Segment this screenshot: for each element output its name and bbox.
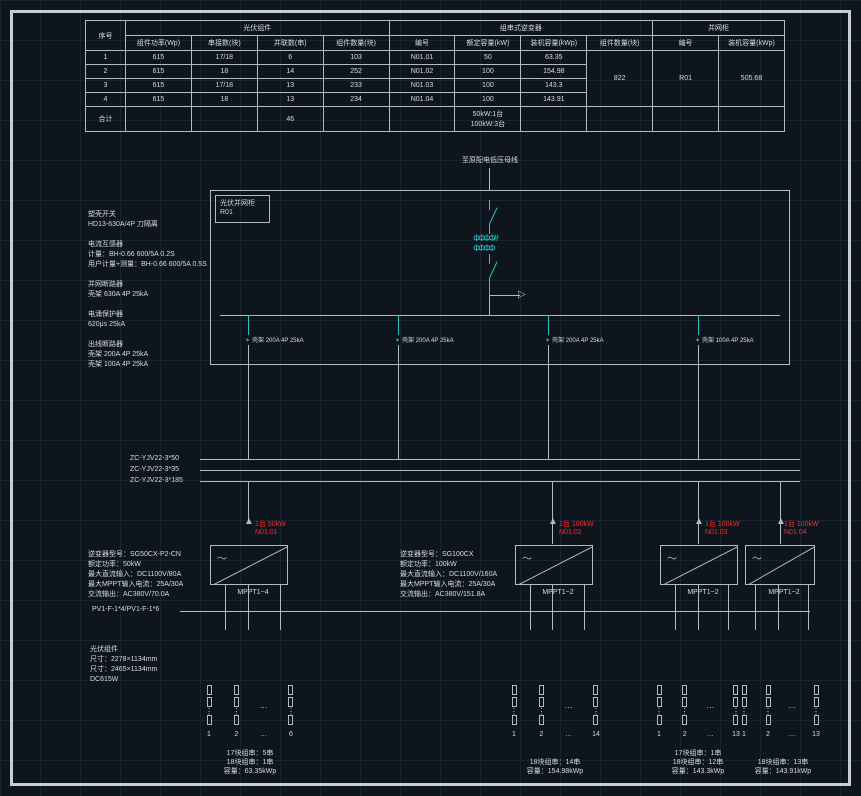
- string-summary-4: 18块组串：13串 容量：143.91kWp: [733, 758, 833, 776]
- pv-cable-label: PV1-F-1*4/PV1-F-1*6: [92, 606, 159, 613]
- string-set-2: ⋮1 ⋮2 …… ⋮14: [510, 685, 600, 738]
- cable-tray: [200, 481, 800, 482]
- feed-2: [398, 345, 399, 460]
- th: 编号: [389, 36, 455, 51]
- inv-spec-100: 逆变器型号：SG100CX 额定功率：100kW 最大直流输入：DC1100V/…: [400, 540, 497, 600]
- inv-tag-2: 1台 100kW N01.02: [559, 521, 594, 537]
- inv-feed: [552, 481, 553, 544]
- string-set-1: ⋮1 ⋮2 …… ⋮6: [205, 685, 295, 738]
- breaker-3: ✶壳架 200A 4P 25kA: [545, 335, 604, 344]
- drop: [248, 315, 249, 335]
- arrow-down-icon: ▲: [548, 516, 558, 527]
- sine-icon: 〜: [217, 550, 227, 565]
- inv-feed: [248, 481, 249, 521]
- cabinet-bus: [220, 315, 780, 316]
- th: 组件功率(Wp): [126, 36, 192, 51]
- main-switch-symbol: ΦΦΦΦ# ΦΦΦΦ: [470, 200, 510, 295]
- inverter-box-3: 〜 MPPT1~2: [660, 545, 738, 585]
- module-spec: 光伏组件 尺寸：2278×1134mm 尺寸：2465×1134mm DC615…: [90, 635, 157, 685]
- str-feed: [584, 585, 585, 630]
- inverter-box-2: 〜 MPPT1~2: [515, 545, 593, 585]
- grid-cabinet-label: 光伏并网柜 R01: [215, 195, 270, 223]
- string-summary-2: 18块组串：14串 容量：154.98kWp: [505, 758, 605, 776]
- breaker-2: ✶壳架 200A 4P 25kA: [395, 335, 454, 344]
- drop: [698, 315, 699, 335]
- feed-4: [698, 345, 699, 460]
- sine-icon: 〜: [667, 550, 677, 565]
- spd-branch: [490, 295, 520, 296]
- breaker-4: ✶壳架 100A 4P 25kA: [695, 335, 754, 344]
- inverter-box-1: 〜 MPPT1~4: [210, 545, 288, 585]
- table-row-total: 合计4650kW:1台 100kW:3台: [86, 107, 785, 132]
- str-feed: [530, 585, 531, 630]
- inv-tag-1: 1台 50kW N01.01: [255, 521, 286, 537]
- busbar-drop: [489, 168, 490, 190]
- panel-spec: 塑壳开关 HD13-630A/4P 刀隔离 电流互感器 计量：BH-0.66 6…: [88, 200, 207, 370]
- str-feed: [778, 585, 779, 630]
- sine-icon: 〜: [752, 550, 762, 565]
- sine-icon: 〜: [522, 550, 532, 565]
- busbar-legend: 至原配电低压母线: [430, 155, 550, 165]
- cable-tray: [200, 459, 800, 460]
- str-feed: [698, 585, 699, 630]
- th-grp-cabinet: 并网柜: [653, 21, 785, 36]
- str-feed: [225, 585, 226, 630]
- th-seq: 序号: [86, 21, 126, 51]
- string-set-4: ⋮1 ⋮2 …… ⋮13: [740, 685, 820, 738]
- pv-cable-run: [180, 611, 810, 612]
- th-grp-inverter: 组串式逆变器: [389, 21, 653, 36]
- cab-id: R01: [220, 208, 265, 217]
- drop: [548, 315, 549, 335]
- str-feed: [755, 585, 756, 630]
- str-feed: [675, 585, 676, 630]
- string-summary-1: 17块组串：5串 18块组串：1串 容量：63.35kWp: [200, 749, 300, 776]
- mppt-label: MPPT1~2: [665, 589, 741, 596]
- cable-tray: [200, 470, 800, 471]
- drop: [398, 315, 399, 335]
- inv-feed: [698, 481, 699, 544]
- str-feed: [808, 585, 809, 630]
- breaker-1: ✶壳架 200A 4P 25kA: [245, 335, 304, 344]
- th: 装机容量(kWp): [521, 36, 587, 51]
- str-feed: [728, 585, 729, 630]
- inverter-box-4: 〜 MPPT1~2: [745, 545, 815, 585]
- config-table: 序号 光伏组件 组串式逆变器 并网柜 组件功率(Wp) 串接数(块) 并联数(串…: [85, 20, 785, 132]
- feed-3: [548, 345, 549, 460]
- ct-icon: ΦΦΦΦ#: [473, 233, 497, 243]
- th-grp-module: 光伏组件: [126, 21, 390, 36]
- cab-title: 光伏并网柜: [220, 199, 265, 208]
- th: 装机容量(kWp): [719, 36, 785, 51]
- inv-spec-50: 逆变器型号：SG50CX-P2-CN 额定功率：50kW 最大直流输入：DC11…: [88, 540, 183, 600]
- arrow-down-icon: ▲: [694, 516, 704, 527]
- th: 组件数量(块): [587, 36, 653, 51]
- th: 额定容量(kW): [455, 36, 521, 51]
- cable-label: ZC-YJV22-3*185: [130, 477, 183, 484]
- spd-arrow-icon: ▷: [518, 289, 526, 300]
- str-feed: [248, 585, 249, 630]
- cable-label: ZC-YJV22-3*35: [130, 466, 179, 473]
- str-feed: [280, 585, 281, 630]
- inv-tag-4: 1台 100kW N01.04: [784, 521, 819, 537]
- arrow-down-icon: ▲: [244, 516, 254, 527]
- str-feed: [552, 585, 553, 630]
- cable-label: ZC-YJV22-3*50: [130, 455, 179, 462]
- th: 串接数(块): [191, 36, 257, 51]
- th: 并联数(串): [257, 36, 323, 51]
- feed-1: [248, 345, 249, 460]
- th: 组件数量(块): [323, 36, 389, 51]
- main-drop: [489, 296, 490, 315]
- string-set-3: ⋮1 ⋮2 …… ⋮13: [655, 685, 740, 738]
- inv-tag-3: 1台 100kW N01.03: [705, 521, 740, 537]
- inv-feed: [780, 481, 781, 544]
- ct-icon: ΦΦΦΦ: [473, 243, 494, 253]
- table-row: 161517/186103N01.015063.35 822 R01 505.6…: [86, 51, 785, 65]
- th: 编号: [653, 36, 719, 51]
